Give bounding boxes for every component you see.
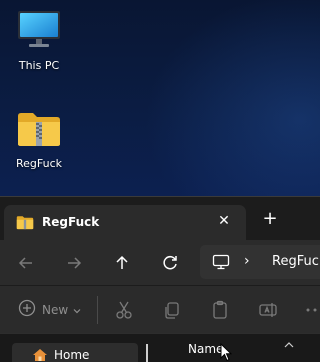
pane-splitter[interactable] [146,344,148,362]
column-header-name[interactable]: Name [188,342,223,356]
breadcrumb-item[interactable]: RegFuck [272,254,320,269]
home-icon [32,348,48,362]
desktop-icon-this-pc[interactable]: This PC [7,10,71,72]
sidebar-item-label: Home [54,348,90,362]
rename-icon[interactable] [257,299,279,321]
breadcrumb-separator: › [244,253,250,269]
paste-icon[interactable] [209,299,231,321]
file-explorer-window: RegFuck ✕ + › RegFuc New Home Name [0,196,320,362]
tab-bar: RegFuck ✕ + [0,197,320,240]
copy-icon[interactable] [161,299,183,321]
cut-icon[interactable] [113,299,135,321]
new-button-label: New [42,303,69,317]
desktop-icon-label: RegFuck [15,157,62,170]
add-icon [18,299,36,322]
sidebar-item-home[interactable]: Home [12,343,138,362]
navigation-bar: › RegFuck [0,240,320,285]
address-bar[interactable]: › RegFuck [200,245,320,279]
arrow-left-icon[interactable] [15,252,37,274]
desktop-icon-regfuck[interactable]: RegFuck [7,110,71,170]
zip-folder-icon [16,215,34,235]
mouse-cursor-icon [220,342,233,362]
more-icon[interactable] [304,299,320,321]
monitor-icon [17,10,61,55]
desktop: This PC RegFuck [0,0,320,196]
arrow-up-icon[interactable] [111,252,133,274]
tab-title: RegFuck [42,215,100,229]
refresh-icon[interactable] [159,252,181,274]
new-button[interactable]: New [18,299,81,322]
content-area: Home Name [0,333,320,362]
desktop-icon-label: This PC [18,59,60,72]
zip-folder-icon [16,110,62,153]
command-bar: New [0,285,320,333]
close-icon[interactable]: ✕ [214,211,234,231]
chevron-up-icon [284,335,294,353]
tab-regfuck[interactable]: RegFuck ✕ [4,205,246,240]
monitor-icon [212,254,230,275]
chevron-down-icon [73,301,81,319]
toolbar-divider [97,296,98,324]
new-tab-button[interactable]: + [260,209,280,229]
arrow-right-icon[interactable] [63,252,85,274]
